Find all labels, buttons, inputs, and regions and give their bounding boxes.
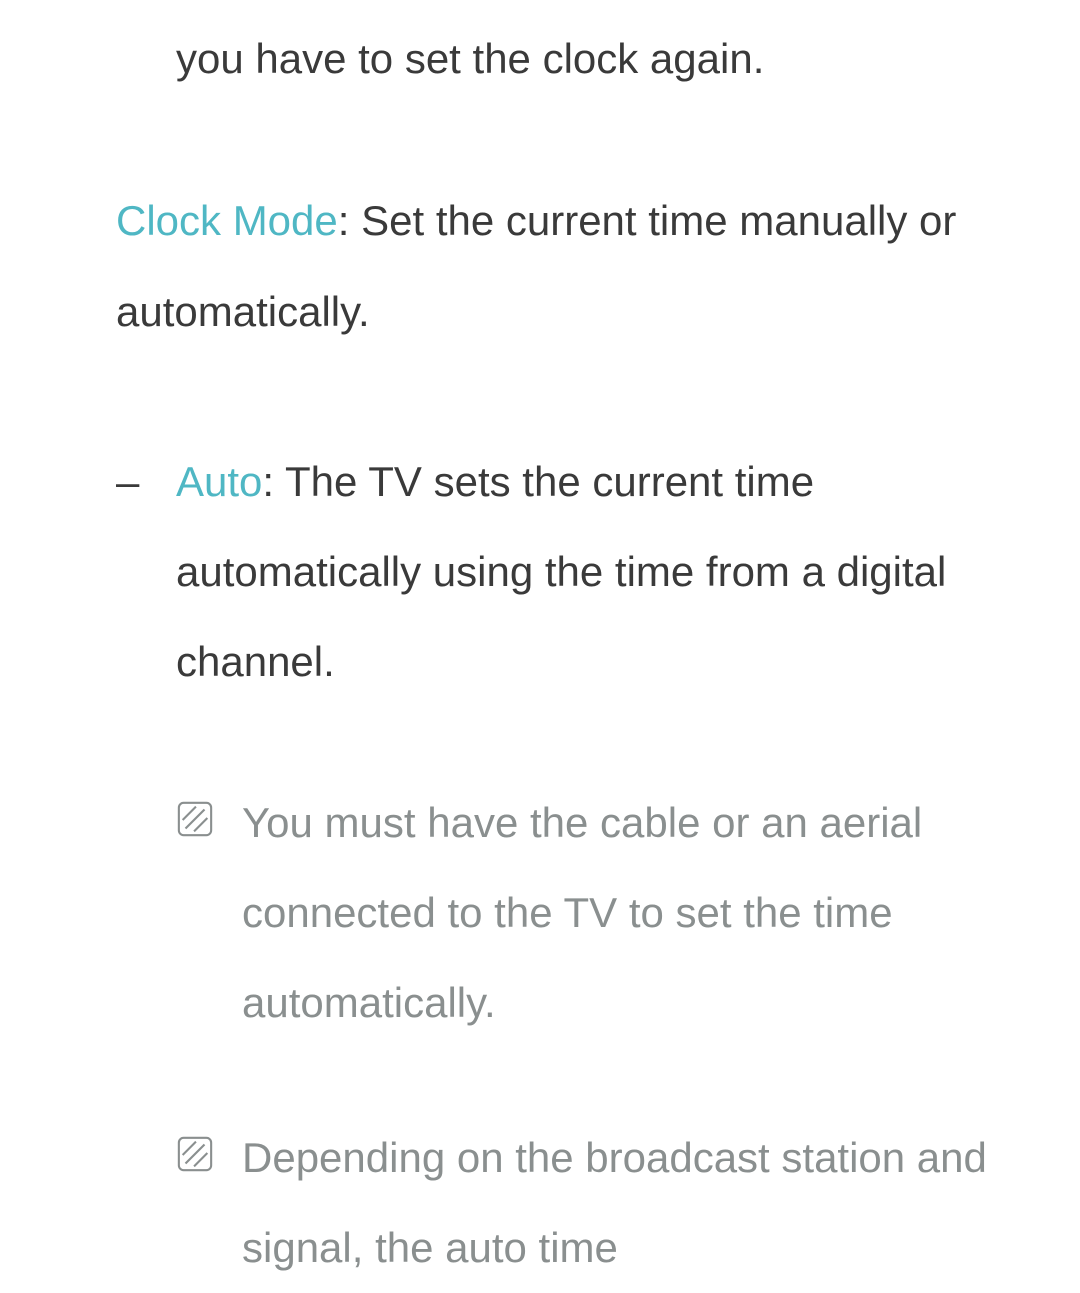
note-text: Depending on the broadcast station and s… — [242, 1113, 1030, 1293]
clock-mode-term: Clock Mode — [116, 197, 338, 244]
notes-block: You must have the cable or an aerial con… — [176, 778, 1030, 1293]
note-icon — [176, 778, 242, 1049]
clock-mode-paragraph: Clock Mode: Set the current time manuall… — [116, 176, 1030, 357]
note-icon — [176, 1113, 242, 1293]
note-text: You must have the cable or an aerial con… — [242, 778, 1030, 1049]
auto-term: Auto — [176, 458, 262, 505]
continuation-line: you have to set the clock again. — [176, 14, 1030, 104]
note-item: You must have the cable or an aerial con… — [176, 778, 1030, 1049]
list-dash: – — [116, 437, 176, 708]
document-page: you have to set the clock again. Clock M… — [0, 0, 1080, 1293]
auto-body: Auto: The TV sets the current time autom… — [176, 437, 1030, 708]
auto-item: – Auto: The TV sets the current time aut… — [116, 437, 1030, 708]
note-item: Depending on the broadcast station and s… — [176, 1113, 1030, 1293]
auto-description: : The TV sets the current time automatic… — [176, 458, 946, 686]
